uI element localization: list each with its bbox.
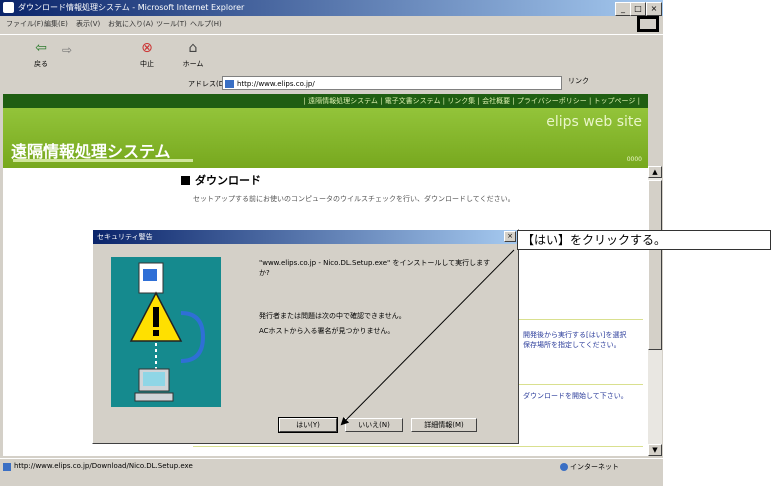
intro-text: セットアップする前にお使いのコンピュータのウイルスチェックを行い、ダウンロードし…	[193, 195, 515, 203]
dialog-message: 発行者または問題は次の中で確認できません。	[259, 312, 406, 320]
windows-logo-icon	[637, 16, 659, 32]
brand-underline	[13, 159, 193, 162]
step-text-1: 開発後から実行する[はい]を選択	[523, 331, 627, 339]
dialog-close-icon[interactable]: ×	[504, 231, 516, 242]
scroll-thumb[interactable]	[648, 180, 662, 350]
more-info-button[interactable]: 詳細情報(M)	[411, 418, 477, 432]
menu-favorites[interactable]: お気に入り(A)	[108, 19, 153, 29]
forward-arrow-icon[interactable]: ⇨	[62, 43, 72, 57]
home-button[interactable]: ⌂ ホーム	[178, 39, 208, 69]
section-heading-text: ダウンロード	[195, 174, 261, 187]
page-icon	[3, 463, 11, 471]
step-text-2: 保存場所を指定してください。	[523, 341, 621, 349]
links-button[interactable]: リンク	[568, 76, 589, 86]
scroll-up-icon[interactable]: ▲	[648, 166, 662, 178]
stop-icon: ⊗	[141, 40, 153, 56]
status-bar: http://www.elips.co.jp/Download/Nico.DL.…	[0, 458, 663, 474]
scroll-down-icon[interactable]: ▼	[648, 444, 662, 456]
section-heading: ダウンロード	[181, 172, 261, 188]
warning-illustration	[111, 257, 221, 407]
yes-button[interactable]: はい(Y)	[278, 417, 338, 433]
window-title: ダウンロード情報処理システム - Microsoft Internet Expl…	[18, 3, 245, 12]
site-nav: | 遠隔情報処理システム | 電子文書システム | リンク集 | 会社概要 | …	[3, 94, 648, 108]
warning-illustration-svg	[129, 262, 206, 402]
menu-bar: ファイル(F) 編集(E) 表示(V) お気に入り(A) ツール(T) ヘルプ(…	[0, 16, 663, 32]
menu-help[interactable]: ヘルプ(H)	[190, 19, 222, 29]
access-counter: 0000	[626, 156, 642, 163]
home-icon: ⌂	[188, 40, 198, 56]
globe-icon	[560, 463, 568, 471]
bullet-square-icon	[181, 176, 190, 185]
back-button[interactable]: ⇦ 戻る	[26, 39, 56, 69]
vertical-scrollbar[interactable]: ▲ ▼	[648, 166, 662, 456]
minimize-button[interactable]: _	[615, 2, 631, 16]
site-banner: elips web site 遠隔情報処理システム 0000	[3, 108, 648, 168]
menu-file[interactable]: ファイル(F)	[6, 19, 44, 29]
divider	[193, 446, 643, 447]
status-text: http://www.elips.co.jp/Download/Nico.DL.…	[14, 462, 193, 470]
stop-button[interactable]: ⊗ 中止	[132, 39, 162, 69]
dialog-title: セキュリティ警告	[97, 233, 153, 241]
divider	[518, 384, 643, 385]
maximize-button[interactable]: □	[630, 2, 646, 16]
address-bar: アドレス(D) http://www.elips.co.jp/ リンク	[0, 74, 663, 94]
instruction-callout: 【はい】をクリックする。	[517, 230, 771, 250]
ie-icon	[3, 2, 14, 13]
dialog-message: "www.elips.co.jp - Nico.DL.Setup.exe" をイ…	[259, 259, 491, 277]
title-bar: ダウンロード情報処理システム - Microsoft Internet Expl…	[0, 0, 663, 16]
toolbar: ⇦ 戻る ⇨ ⊗ 中止 ⌂ ホーム	[0, 34, 663, 75]
dialog-title-bar: セキュリティ警告 ×	[93, 230, 518, 244]
page-icon	[225, 80, 234, 88]
security-zone: インターネット	[570, 463, 619, 471]
menu-edit[interactable]: 編集(E)	[44, 19, 68, 29]
no-button[interactable]: いいえ(N)	[345, 418, 403, 432]
security-warning-dialog: セキュリティ警告 × "www.elips.co.jp - Nico.DL.Se…	[92, 229, 519, 444]
divider	[518, 319, 643, 320]
close-icon[interactable]: ×	[646, 2, 662, 16]
site-name: elips web site	[546, 114, 642, 130]
menu-tools[interactable]: ツール(T)	[156, 19, 187, 29]
site-nav-links[interactable]: | 遠隔情報処理システム | 電子文書システム | リンク集 | 会社概要 | …	[303, 96, 640, 106]
menu-view[interactable]: 表示(V)	[76, 19, 100, 29]
back-arrow-icon: ⇦	[35, 40, 47, 56]
address-url: http://www.elips.co.jp/	[237, 80, 315, 88]
step-text-3: ダウンロードを開始して下さい。	[523, 392, 628, 400]
address-input[interactable]: http://www.elips.co.jp/	[222, 76, 562, 90]
dialog-message: ACホストから入る署名が見つかりません。	[259, 327, 395, 335]
